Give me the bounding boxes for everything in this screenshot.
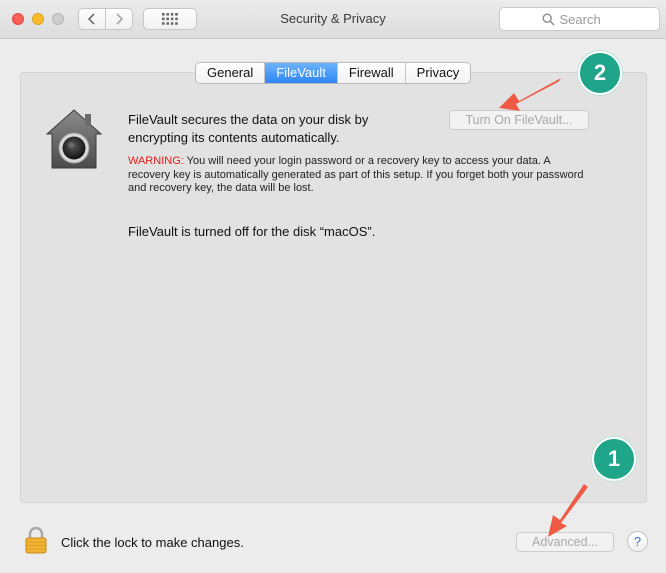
tab-privacy[interactable]: Privacy	[405, 63, 471, 83]
back-chevron-icon	[87, 13, 95, 25]
tab-general[interactable]: General	[196, 63, 266, 83]
window-title: Security & Privacy	[280, 11, 386, 26]
show-all-button[interactable]	[143, 8, 197, 30]
lock-icon[interactable]	[25, 526, 47, 554]
filevault-description: FileVault secures the data on your disk …	[128, 112, 369, 145]
minimize-window-button[interactable]	[32, 13, 44, 25]
close-window-button[interactable]	[12, 13, 24, 25]
turn-on-filevault-button[interactable]: Turn On FileVault...	[449, 110, 589, 130]
lock-message: Click the lock to make changes.	[61, 535, 244, 550]
step-1-badge: 1	[592, 437, 636, 481]
search-input[interactable]	[559, 11, 618, 27]
search-field[interactable]	[499, 7, 660, 31]
zoom-window-button[interactable]	[52, 13, 64, 25]
tab-bar: General FileVault Firewall Privacy	[195, 62, 472, 84]
forward-button[interactable]	[105, 8, 133, 30]
grid-icon	[162, 13, 178, 25]
advanced-button[interactable]: Advanced...	[516, 532, 614, 552]
help-button[interactable]: ?	[627, 531, 648, 552]
step-2-badge: 2	[578, 51, 622, 95]
filevault-house-icon	[45, 109, 103, 169]
filevault-status: FileVault is turned off for the disk “ma…	[128, 224, 376, 239]
tab-filevault[interactable]: FileVault	[265, 63, 338, 83]
warning-message: WARNING: You will need your login passwo…	[128, 155, 588, 196]
tab-firewall[interactable]: Firewall	[337, 63, 406, 83]
warning-text: You will need your login password or a r…	[128, 155, 584, 194]
forward-chevron-icon	[116, 13, 124, 25]
back-button[interactable]	[78, 8, 106, 30]
search-icon	[541, 12, 555, 26]
title-bar: Security & Privacy	[0, 0, 666, 39]
warning-label: WARNING:	[128, 155, 184, 167]
